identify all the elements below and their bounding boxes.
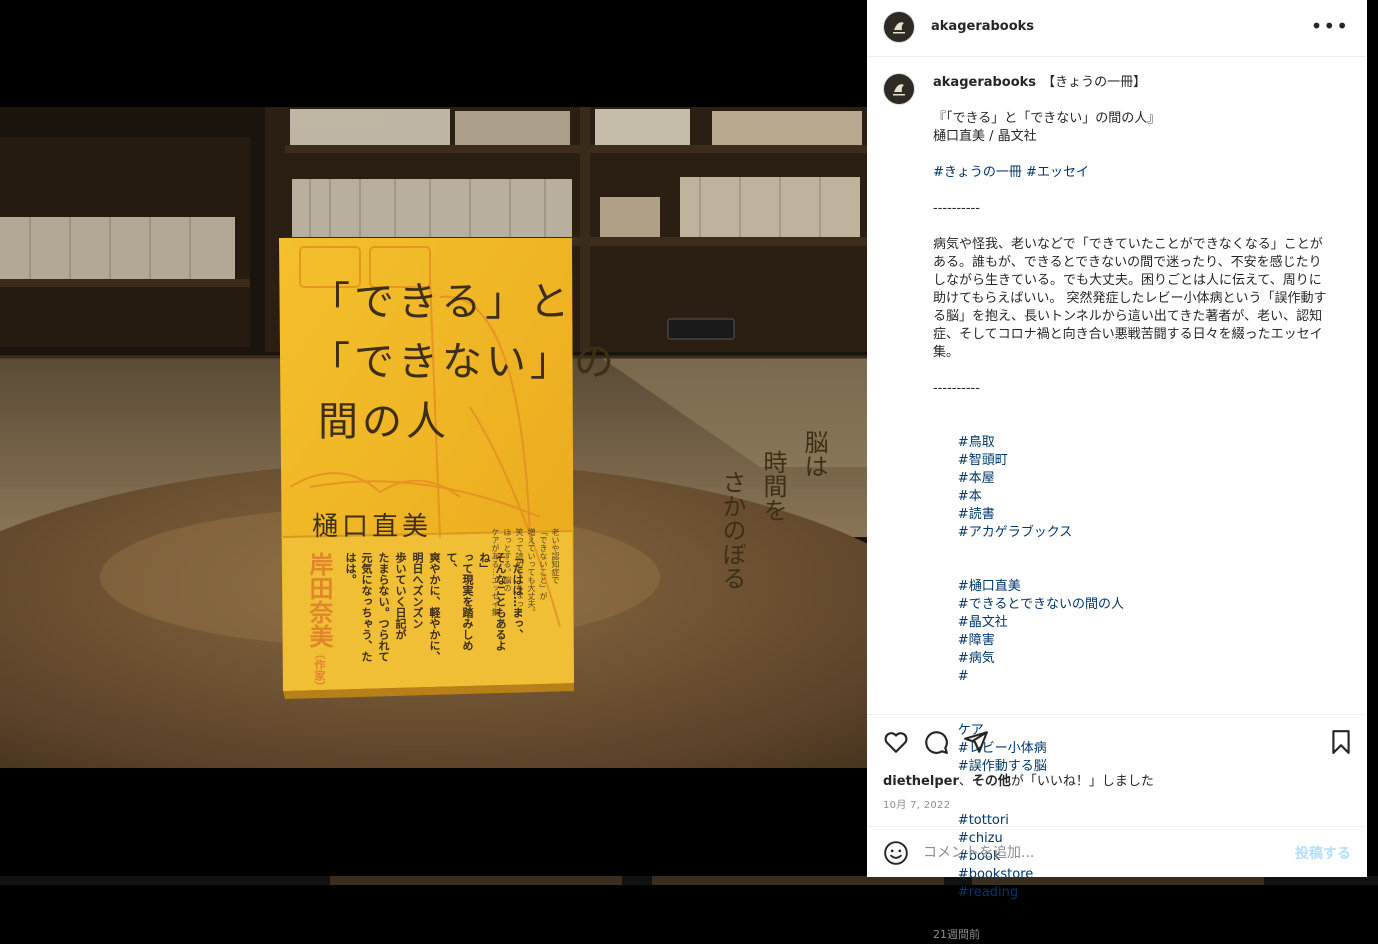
hashtag-link[interactable]: #reading [958, 885, 1018, 900]
heart-icon[interactable] [883, 729, 909, 755]
cover-blurb: 老いや認知症で 「できないこと」が 増えていっても大丈夫。 笑って読めて、ちょっ… [490, 528, 561, 628]
post-date[interactable]: 10月 7, 2022 [883, 796, 950, 811]
caption-username[interactable]: akagerabooks [933, 75, 1036, 90]
cover-subtitle-col2: 時間を [759, 450, 787, 522]
obi-line: って現実を踏みしめて、 [445, 552, 474, 651]
caption-genre-tags: #きょうの一冊 #エッセイ [933, 164, 1329, 182]
hashtag-link[interactable]: #アカゲラブックス [958, 525, 1073, 540]
blurb-line: ほっとする。脳の [503, 528, 512, 592]
hashtag-link[interactable]: #きょうの一冊 [933, 165, 1022, 180]
caption-divider: ---------- [933, 381, 980, 396]
emoji-icon[interactable] [883, 840, 909, 866]
cover-title: 「できる」と 「できない」の 間の人 [310, 272, 618, 452]
hashtag-link[interactable]: #できるとできないの間の人 [958, 597, 1124, 612]
likes-summary: diethelper、その他が「いいね！」しました [883, 770, 1154, 789]
hashtag-link[interactable]: #読書 [958, 507, 995, 522]
cover-illustrator-role: （作家） [313, 648, 326, 692]
obi-line: 元気になっちゃう、たはは。 [344, 552, 373, 662]
avatar[interactable] [883, 11, 915, 43]
bookmark-icon[interactable] [1328, 729, 1354, 755]
obi-line: 爽やかに、軽やかに、 [428, 552, 441, 662]
hashtag-link[interactable]: #本屋 [958, 471, 995, 486]
like-username[interactable]: diethelper [883, 774, 959, 789]
header-username[interactable]: akagerabooks [931, 19, 1034, 34]
caption-time-ago[interactable]: 21週間前 [933, 926, 1329, 944]
post-header: akagerabooks ••• [867, 0, 1367, 57]
hashtag-link[interactable]: #樋口直美 [958, 579, 1021, 594]
media-viewer: 「できる」と 「できない」の 間の人 脳は 時間を さかのぼる 樋口直美 岸田奈… [0, 0, 867, 885]
blurb-line: 老いや認知症で [551, 528, 560, 584]
likes-separator: 、 [958, 774, 972, 789]
hashtag-link[interactable]: #本 [958, 489, 982, 504]
woodpecker-logo-icon [885, 75, 913, 103]
caption-book-title: 『「できる」と「できない」の間の人』 [933, 111, 1161, 126]
caption-first-line: akagerabooks 【きょうの一冊】 [933, 74, 1329, 92]
hashtag-link[interactable]: #智頭町 [958, 453, 1008, 468]
cover-subtitle-col3: さかのぼる [718, 470, 746, 590]
likes-suffix: が「いいね！」しました [1010, 774, 1154, 789]
hashtag-link[interactable]: #エッセイ [1026, 165, 1089, 180]
hashtag-link[interactable]: #障害 [958, 633, 995, 648]
hashtag-row: #鳥取 #智頭町 #本屋 #本 #読書 #アカゲラブックス [933, 416, 1329, 560]
blurb-line: 増えていっても大丈夫。 [527, 528, 536, 616]
hashtag-row: #樋口直美 #できるとできないの間の人 #晶文社 #障害 #病気 # [933, 560, 1329, 704]
cover-author: 樋口直美 [312, 512, 433, 542]
blurb-line: ケアがある…エッセイ集 [491, 528, 500, 616]
caption-body: 病気や怪我、老いなどで「できていたことができなくなる」ことがある。誰もが、できる… [933, 237, 1327, 360]
likes-others[interactable]: その他 [972, 774, 1011, 789]
caption-divider: ---------- [933, 201, 980, 216]
cover-illustrator: 岸田奈美（作家） [302, 552, 337, 692]
obi-line: たまらない。つられて [377, 552, 390, 662]
cover-subtitle-col1: 脳は [800, 430, 828, 478]
hashtag-link[interactable]: #病気 [958, 651, 995, 666]
post-actions: diethelper、その他が「いいね！」しました 10月 7, 2022 [867, 714, 1367, 827]
blurb-line: 「できないこと」が [539, 528, 548, 600]
comment-icon[interactable] [923, 729, 949, 755]
obi-line: 歩いていく日記が [394, 552, 407, 640]
cover-illustrator-name: 岸田奈美 [305, 552, 333, 648]
woodpecker-logo-icon [885, 13, 913, 41]
cover-title-line2: 「できない」の [310, 339, 618, 385]
strip-thumbnail[interactable] [330, 876, 622, 885]
share-icon[interactable] [963, 729, 989, 755]
hashtag-link[interactable]: #晶文社 [958, 615, 1008, 630]
obi-line: 明日へズンズン [411, 552, 424, 629]
comment-input[interactable] [921, 841, 1285, 865]
post-comment-button[interactable]: 投稿する [1295, 843, 1351, 863]
post-detail-panel: akagerabooks ••• akagerabooks 【きょうの一冊】 『「… [867, 0, 1367, 941]
hashtag-link[interactable]: #鳥取 [958, 435, 995, 450]
comment-bar: 投稿する [867, 826, 1367, 878]
caption-author: 樋口直美 / 晶文社 [933, 129, 1037, 144]
more-horizontal-icon[interactable]: ••• [1311, 14, 1349, 38]
cover-title-line1: 「できる」と [310, 279, 574, 325]
hashtag-link[interactable]: # [958, 669, 969, 684]
caption-avatar[interactable] [883, 73, 915, 105]
caption-title: 【きょうの一冊】 [1042, 75, 1147, 90]
blurb-line: 笑って読めて、ちょっと [515, 528, 524, 616]
